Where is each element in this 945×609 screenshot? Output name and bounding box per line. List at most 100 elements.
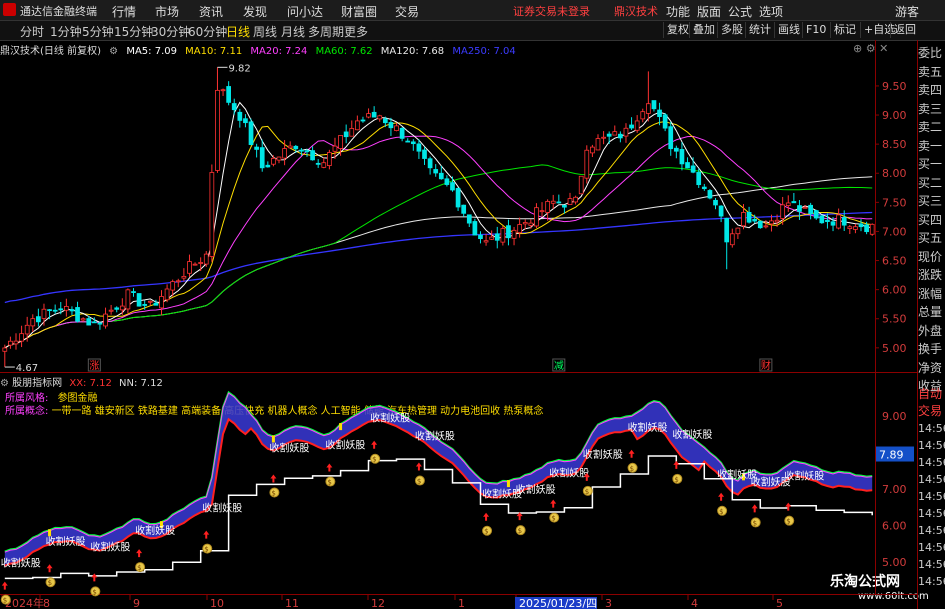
menu-market[interactable]: 市场 <box>155 3 179 20</box>
candle-body <box>438 172 444 180</box>
candle-body <box>590 146 595 154</box>
user-guest[interactable]: 游客 <box>895 3 919 20</box>
period-multi[interactable]: 多周期 <box>308 23 344 40</box>
candle-body <box>382 118 388 124</box>
label-auto[interactable]: 自动 <box>918 386 945 403</box>
menu-discover[interactable]: 发现 <box>243 3 267 20</box>
low-price-label: 4.67 <box>16 363 38 374</box>
period-30min[interactable]: 30分钟 <box>151 23 190 40</box>
candle-body <box>780 204 786 219</box>
signal-arrow-icon <box>628 449 635 458</box>
ma20-label: MA20: 7.24 <box>250 46 308 57</box>
signal-arrow-icon <box>203 530 210 539</box>
sub-y-tick-label: 9.00 <box>882 410 907 423</box>
candle-body <box>735 227 741 235</box>
menu-layout[interactable]: 版面 <box>697 3 721 20</box>
btn-f10[interactable]: F10 <box>802 22 829 38</box>
login-status[interactable]: 证券交易未登录 <box>513 3 590 19</box>
nn-value: NN: 7.12 <box>119 378 163 389</box>
candle-body <box>802 206 808 209</box>
candle-body <box>299 149 304 152</box>
zoom-icon[interactable]: ⊕ <box>853 42 862 55</box>
candle-body <box>86 318 92 326</box>
settings-icon[interactable]: ⚙ <box>109 46 118 57</box>
candle-body <box>75 307 80 322</box>
candle-body <box>231 103 237 111</box>
menu-formula[interactable]: 公式 <box>728 3 752 20</box>
menu-trade[interactable]: 交易 <box>395 3 419 20</box>
candle-body <box>466 214 472 224</box>
candle-body <box>237 111 243 121</box>
period-timeshare[interactable]: 分时 <box>20 23 44 40</box>
period-1min[interactable]: 1分钟 <box>50 23 82 40</box>
candle-body <box>752 218 758 222</box>
menu-function[interactable]: 功能 <box>666 3 690 20</box>
period-more[interactable]: 更多 <box>344 23 368 40</box>
candle-body <box>500 228 506 243</box>
sub-y-tick-label: 5.00 <box>882 556 907 569</box>
signal-label: 收割妖股 <box>549 467 589 480</box>
period-weekly[interactable]: 周线 <box>253 23 277 40</box>
btn-mark[interactable]: 标记 <box>830 22 859 38</box>
signal-label: 收割妖股 <box>415 430 455 443</box>
btn-draw[interactable]: 画线 <box>774 22 803 38</box>
period-5min[interactable]: 5分钟 <box>82 23 114 40</box>
xx-value: XX: 7.12 <box>69 378 112 389</box>
indicator-settings-icon[interactable]: ⚙ <box>0 378 9 389</box>
label-sell5: 卖五 <box>918 64 943 79</box>
candle-body <box>645 103 651 114</box>
menu-wealth-circle[interactable]: 财富圈 <box>341 3 377 20</box>
menu-options[interactable]: 选项 <box>759 3 783 20</box>
candle-body <box>338 134 343 149</box>
money-bag-symbol: $ <box>271 489 275 497</box>
candle-body <box>713 199 718 206</box>
panel-controls: ⊕ ⚙ ✕ <box>853 42 888 55</box>
ma60-line <box>4 164 873 349</box>
period-monthly[interactable]: 月线 <box>281 23 305 40</box>
stock-name-label: 鼎汉技术(日线 前复权) <box>0 46 101 57</box>
signal-arrow-icon <box>91 573 98 582</box>
close-icon[interactable]: ✕ <box>879 42 888 55</box>
btn-back[interactable]: 返回 <box>890 22 919 38</box>
candle-body <box>657 109 662 118</box>
x-tick-label: 9 <box>133 597 140 609</box>
menu-ask-xiaoda[interactable]: 问小达 <box>287 3 323 20</box>
btn-stats[interactable]: 统计 <box>745 22 774 38</box>
money-bag-icon <box>750 517 761 528</box>
candle-body <box>254 146 259 150</box>
period-60min[interactable]: 60分钟 <box>188 23 227 40</box>
candle-body <box>91 321 97 324</box>
btn-overlay[interactable]: 叠加 <box>689 22 718 38</box>
candle-body <box>203 253 209 265</box>
candle-body <box>539 210 545 213</box>
money-bag-icon <box>549 512 560 523</box>
app-logo-icon <box>3 3 16 16</box>
menu-market-quotes[interactable]: 行情 <box>112 3 136 20</box>
candle-body <box>47 309 52 312</box>
candle-body <box>321 162 327 168</box>
period-15min[interactable]: 15分钟 <box>114 23 153 40</box>
candle-body <box>209 172 215 257</box>
candle-body <box>119 305 125 311</box>
signal-arrow-icon <box>270 474 277 483</box>
signal-bar <box>271 435 275 443</box>
candle-body <box>634 120 640 131</box>
nn-staircase-line <box>4 455 873 580</box>
candle-body <box>836 214 841 229</box>
concept-note: 所属概念: 一带一路 雄安新区 铁路基建 高端装备 高压快充 机器人概念 人工智… <box>5 402 543 417</box>
kline-chart[interactable]: 9.50 9.00 8.50 8.00 7.50 7.00 6.50 6.00 5.50 5.00… <box>0 0 945 609</box>
gear-icon[interactable]: ⚙ <box>866 42 876 55</box>
menu-news[interactable]: 资讯 <box>199 3 223 20</box>
signal-arrow-icon <box>718 492 725 501</box>
signal-label: 收割妖股 <box>325 439 365 452</box>
label-buy5: 买五 <box>918 231 943 245</box>
btn-adjust[interactable]: 复权 <box>663 22 692 38</box>
money-bag-symbol: $ <box>48 579 52 587</box>
y-tick-label: 9.00 <box>882 109 907 122</box>
label-trade[interactable]: 交易 <box>918 403 945 420</box>
btn-multistock[interactable]: 多股 <box>717 22 746 38</box>
candle-body <box>578 175 584 195</box>
period-daily[interactable]: 日线 <box>226 23 250 40</box>
candle-body <box>746 211 752 223</box>
label-volume: 总量 <box>918 305 943 319</box>
